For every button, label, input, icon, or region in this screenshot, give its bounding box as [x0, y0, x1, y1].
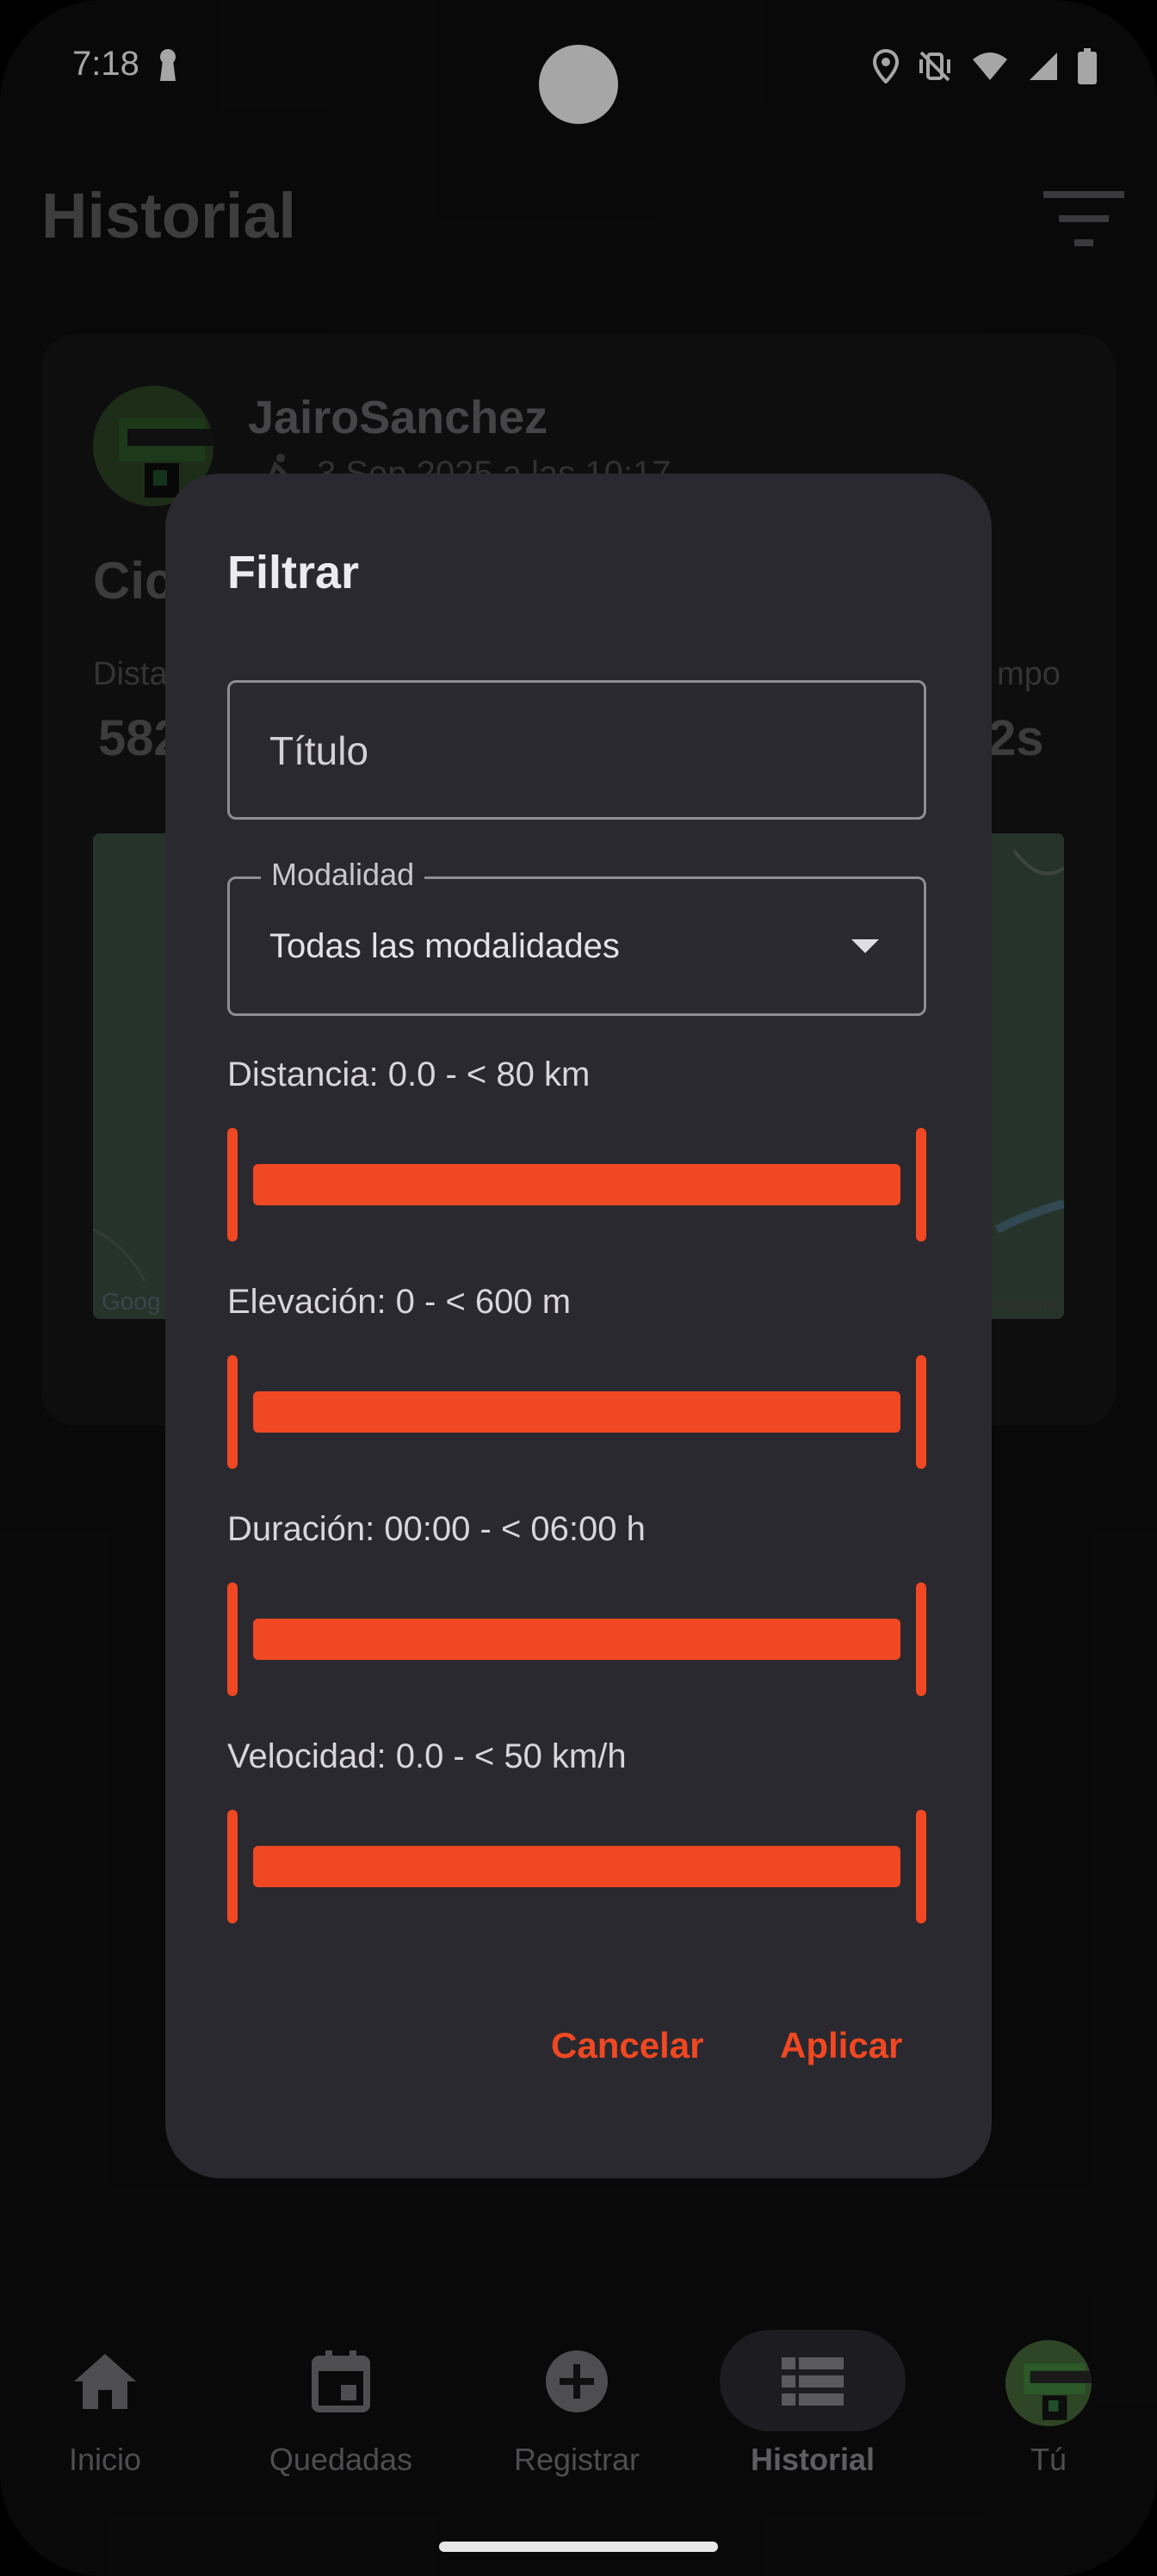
avatar [1005, 2340, 1092, 2426]
apply-button[interactable]: Aplicar [780, 2025, 902, 2066]
nav-label-registrar: Registrar [513, 2442, 640, 2477]
distance-active-track [253, 1164, 900, 1205]
distance-min-handle[interactable] [227, 1128, 238, 1242]
nav-label-quedadas: Quedadas [269, 2442, 413, 2477]
add-circle-icon [546, 2350, 608, 2412]
nav-label-inicio: Inicio [68, 2442, 142, 2477]
duration-max-handle[interactable] [916, 1582, 926, 1696]
elevation-range-label: Elevación: 0 - < 600 m [227, 1283, 572, 1321]
modalidad-label: Modalidad [261, 857, 425, 893]
distance-range-label: Distancia: 0.0 - < 80 km [227, 1056, 591, 1093]
list-icon [782, 2357, 844, 2406]
title-filter-field[interactable]: Título [227, 680, 926, 820]
chevron-down-icon [851, 939, 879, 953]
speed-active-track [253, 1846, 900, 1887]
home-icon [74, 2354, 136, 2409]
elevation-range-slider[interactable] [227, 1355, 926, 1469]
elevation-min-handle[interactable] [227, 1355, 238, 1469]
elevation-active-track [253, 1391, 900, 1433]
duration-active-track [253, 1619, 900, 1660]
distance-range-slider[interactable] [227, 1128, 926, 1242]
screen: 7:18 Historial JairoSanchez Cic Dista 58… [0, 0, 1157, 2576]
speed-min-handle[interactable] [227, 1810, 238, 1923]
nav-item-historial[interactable]: Historial [718, 2316, 907, 2488]
gesture-home-bar[interactable] [439, 2542, 718, 2552]
title-field-placeholder: Título [269, 728, 369, 773]
nav-item-inicio[interactable]: Inicio [10, 2316, 200, 2488]
nav-label-historial: Historial [750, 2442, 875, 2477]
speed-range-label: Velocidad: 0.0 - < 50 km/h [227, 1737, 627, 1775]
nav-item-registrar[interactable]: Registrar [482, 2316, 671, 2488]
nav-label-tu: Tú [1030, 2442, 1067, 2477]
nav-item-quedadas[interactable]: Quedadas [246, 2316, 436, 2488]
modalidad-value: Todas las modalidades [269, 927, 620, 965]
distance-max-handle[interactable] [916, 1128, 926, 1242]
calendar-icon [312, 2350, 370, 2412]
speed-range-slider[interactable] [227, 1810, 926, 1923]
filter-dialog: Filtrar Título Modalidad Todas las modal… [165, 474, 992, 2178]
duration-range-label: Duración: 00:00 - < 06:00 h [227, 1510, 646, 1548]
duration-range-slider[interactable] [227, 1582, 926, 1696]
nav-item-tu[interactable]: Tú [954, 2316, 1143, 2488]
dialog-title: Filtrar [227, 547, 360, 598]
cancel-button[interactable]: Cancelar [551, 2025, 703, 2066]
duration-min-handle[interactable] [227, 1582, 238, 1696]
speed-max-handle[interactable] [916, 1810, 926, 1923]
modalidad-dropdown[interactable]: Modalidad Todas las modalidades [227, 857, 926, 1016]
bottom-navigation: Inicio Quedadas Registrar Historial Tú [0, 2316, 1157, 2574]
elevation-max-handle[interactable] [916, 1355, 926, 1469]
